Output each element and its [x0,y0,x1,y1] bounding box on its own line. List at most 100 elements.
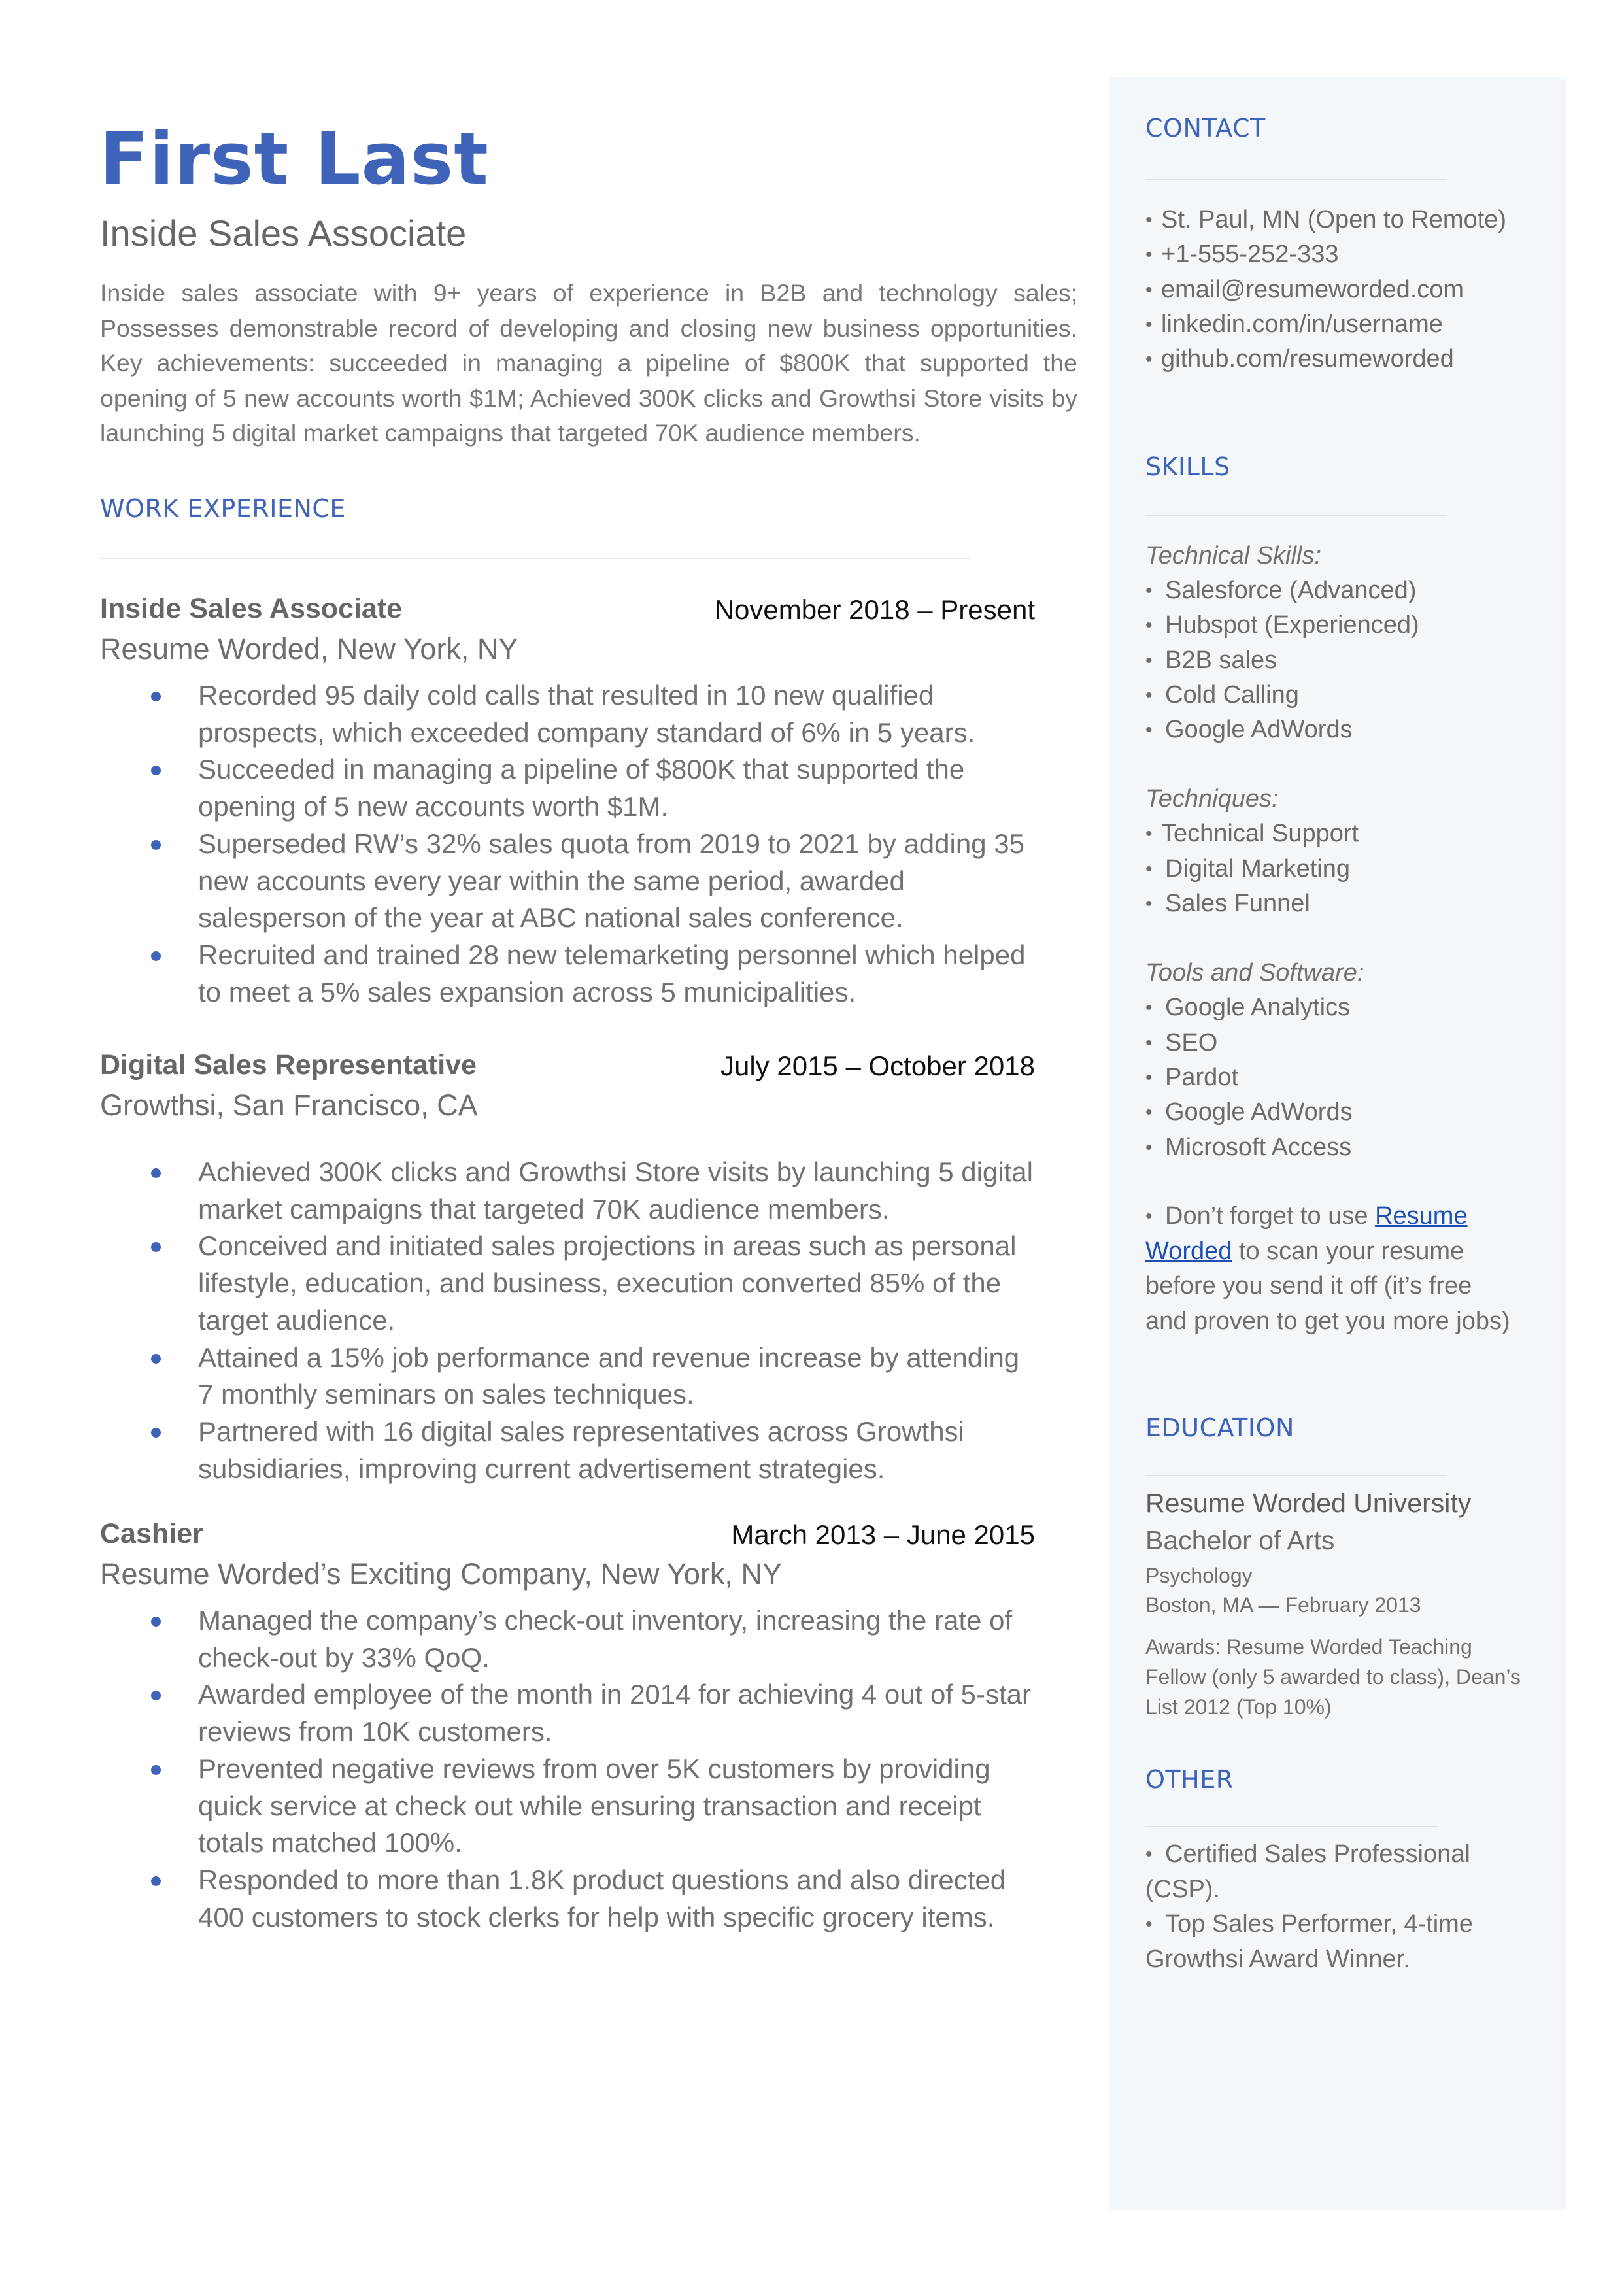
bullet-icon: • [1145,278,1153,301]
bullet-text: Recorded 95 daily cold calls that result… [198,680,975,748]
job-title: Cashier [100,1518,203,1549]
skill-text: Microsoft Access [1165,1133,1352,1161]
job-bullet: Awarded employee of the month in 2014 fo… [100,1676,1035,1750]
contact-location-text: St. Paul, MN (Open to Remote) [1161,206,1506,233]
contact-linkedin[interactable]: • linkedin.com/in/username [1145,307,1506,342]
skills-list: • Google Analytics • SEO • Pardot • Google A… [1145,990,1419,1164]
candidate-role: Inside Sales Associate [100,212,467,254]
contact-heading: CONTACT [1145,114,1266,143]
job-entry: Digital Sales Representative July 2015 –… [100,1045,1035,1487]
bullet-icon: • [1145,684,1153,706]
education-divider [1145,1475,1447,1476]
other-item-text: Certified Sales Professional (CSP). [1145,1840,1470,1903]
contact-github[interactable]: • github.com/resumeworded [1145,342,1506,377]
bullet-text: Partnered with 16 digital sales represen… [198,1415,964,1484]
bullet-icon: • [1145,1206,1153,1227]
bullet-icon: • [1145,1066,1153,1088]
bullet-icon: • [1145,1844,1153,1865]
bullet-icon: • [1145,209,1153,231]
skills-list: • Technical Support • Digital Marketing • S… [1145,817,1419,921]
skill-item: • Hubspot (Experienced) [1145,608,1419,643]
contact-linkedin-link[interactable]: linkedin.com/in/username [1161,311,1443,338]
bullet-text: Awarded employee of the month in 2014 fo… [198,1679,1032,1747]
skill-text: Digital Marketing [1165,854,1350,883]
bullet-dot-icon [151,1168,161,1178]
job-bullets: Achieved 300K clicks and Growthsi Store … [100,1154,1035,1487]
bullet-icon: • [1145,997,1153,1019]
contact-list: • St. Paul, MN (Open to Remote) • +1-555-2… [1145,203,1506,377]
bullet-icon: • [1145,348,1153,371]
other-divider [1145,1826,1438,1827]
skill-text: Pardot [1165,1063,1238,1091]
bullet-icon: • [1145,858,1153,880]
skill-text: SEO [1165,1028,1218,1056]
bullet-text: Prevented negative reviews from over 5K … [198,1753,990,1859]
contact-email-link[interactable]: email@resumeworded.com [1161,276,1464,303]
contact-phone[interactable]: • +1-555-252-333 [1145,237,1506,272]
skills-category-label: Tools and Software: [1145,959,1364,987]
bullet-dot-icon [151,1876,161,1886]
job-bullet: Managed the company’s check-out inventor… [100,1602,1035,1676]
skill-text: Cold Calling [1165,681,1299,709]
skill-item: • Salesforce (Advanced) [1145,573,1419,608]
job-company: Growthsi, San Francisco, CA [100,1088,478,1122]
other-item-text: Top Sales Performer, 4-time Growthsi Awa… [1145,1910,1473,1973]
skill-item: • Google AdWords [1145,713,1419,747]
education-degree: Bachelor of Arts [1145,1525,1335,1555]
tip-text-prefix: Don’t forget to use [1165,1202,1376,1230]
job-bullet: Conceived and initiated sales projection… [100,1228,1035,1339]
job-entry: Inside Sales Associate November 2018 – P… [100,588,1035,1011]
other-item: • Top Sales Performer, 4-time Growthsi Aw… [1145,1907,1512,1977]
job-bullet: Superseded RW’s 32% sales quota from 201… [100,826,1035,937]
education-major: Psychology [1145,1564,1253,1587]
bullet-icon: • [1145,1102,1153,1124]
other-list: • Certified Sales Professional (CSP). • To… [1145,1837,1512,1977]
job-bullet: Recruited and trained 28 new telemarketi… [100,937,1035,1011]
contact-divider [1145,179,1447,180]
job-bullet: Attained a 15% job performance and reven… [100,1340,1035,1413]
bullet-dot-icon [151,1427,161,1438]
skill-item: • SEO [1145,1026,1419,1060]
education-awards: Awards: Resume Worded Teaching Fellow (o… [1145,1635,1521,1719]
skill-text: Google AdWords [1165,716,1353,744]
other-heading: OTHER [1145,1765,1234,1794]
bullet-icon: • [1145,580,1153,601]
skills-list: • Salesforce (Advanced) • Hubspot (Experie… [1145,573,1419,747]
skill-item: • Technical Support [1145,817,1419,851]
job-bullet: Partnered with 16 digital sales represen… [100,1413,1035,1487]
contact-phone-text[interactable]: +1-555-252-333 [1161,241,1339,268]
bullet-icon: • [1145,615,1153,637]
job-bullet: Responded to more than 1.8K product ques… [100,1862,1035,1936]
skill-item: • Google Analytics [1145,990,1419,1025]
bullet-text: Superseded RW’s 32% sales quota from 201… [198,828,1024,934]
bullet-text: Achieved 300K clicks and Growthsi Store … [198,1156,1033,1224]
candidate-name: First Last [99,117,489,201]
bullet-icon: • [1145,313,1153,335]
skills-divider [1145,515,1447,516]
bullet-dot-icon [151,1617,161,1627]
work-experience-divider [100,558,970,559]
job-bullet: Achieved 300K clicks and Growthsi Store … [100,1154,1035,1228]
bullet-text: Managed the company’s check-out inventor… [198,1605,1013,1673]
bullet-text: Attained a 15% job performance and reven… [198,1341,1020,1410]
bullet-dot-icon [151,692,161,701]
contact-github-link[interactable]: github.com/resumeworded [1161,345,1454,373]
skill-item: • Google AdWords [1145,1095,1419,1130]
bullet-dot-icon [151,1764,161,1775]
skill-text: B2B sales [1165,646,1277,674]
education-school: Resume Worded University [1145,1488,1472,1518]
skill-item: • Pardot [1145,1060,1419,1095]
job-dates: March 2013 – June 2015 [731,1519,1035,1550]
bullet-icon: • [1145,649,1153,671]
contact-email[interactable]: • email@resumeworded.com [1145,273,1506,307]
skills-category-label: Technical Skills: [1145,542,1321,569]
job-title: Digital Sales Representative [100,1049,477,1081]
skill-text: Sales Funnel [1165,890,1310,918]
job-dates: July 2015 – October 2018 [720,1051,1035,1081]
education-heading: EDUCATION [1145,1413,1294,1442]
bullet-dot-icon [151,839,161,850]
summary-paragraph: Inside sales associate with 9+ years of … [100,279,1077,447]
job-bullet: Prevented negative reviews from over 5K … [100,1751,1035,1862]
